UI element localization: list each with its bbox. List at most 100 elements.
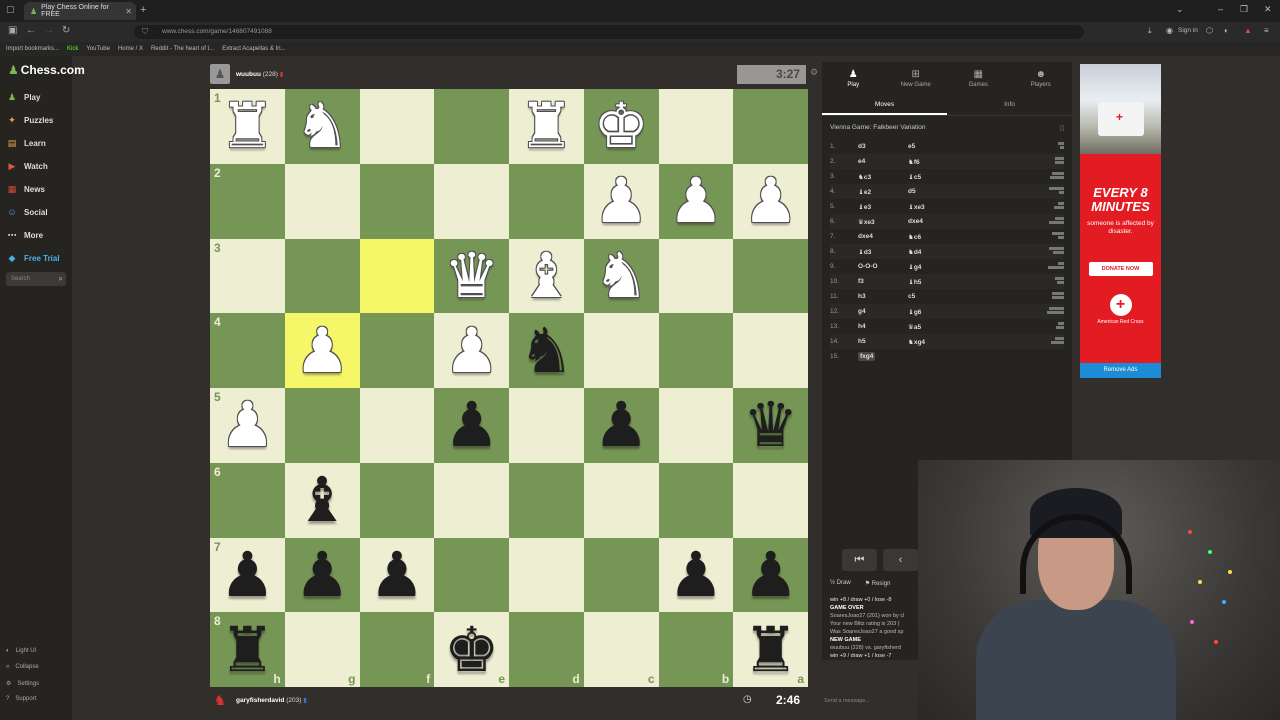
square-a1[interactable] [733, 89, 808, 164]
square-b3[interactable] [658, 238, 734, 314]
white-move[interactable]: ♛xe3 [858, 218, 908, 226]
square-c3[interactable]: ♞ [583, 238, 659, 314]
square-b7[interactable]: ♟ [658, 537, 734, 613]
black-knight-icon[interactable]: ♞ [519, 319, 575, 382]
black-pawn-icon[interactable]: ♟ [444, 394, 500, 456]
square-c1[interactable]: ♚ [583, 89, 659, 164]
square-c8[interactable]: c [583, 612, 659, 687]
square-a4[interactable] [733, 313, 808, 388]
close-window-icon[interactable]: ✕ [1264, 4, 1272, 15]
brave-icon[interactable]: ▲ [1244, 26, 1252, 35]
white-move[interactable]: ♝e2 [858, 188, 908, 196]
sidebar-item-news[interactable]: ▦ News [6, 184, 45, 195]
square-h3[interactable]: 3 [210, 238, 285, 314]
sidebar-toggle-icon[interactable]: ▣ [8, 25, 17, 36]
ad-banner[interactable]: + EVERY 8 MINUTES someone is affected by… [1080, 64, 1161, 378]
white-move[interactable]: h4 [858, 323, 908, 330]
square-a5[interactable]: ♛ [733, 388, 808, 463]
board-settings-icon[interactable]: ⚙ [810, 67, 818, 78]
square-d4[interactable]: ♞ [509, 313, 584, 388]
menu-icon[interactable]: ≡ [1264, 26, 1269, 35]
white-move[interactable]: h3 [858, 293, 908, 300]
square-a8[interactable]: a ♜ [733, 612, 808, 687]
black-pawn-icon[interactable]: ♟ [369, 543, 425, 606]
bookmark-item[interactable]: YouTube [86, 46, 110, 52]
square-c4[interactable] [583, 313, 659, 388]
sidebar-item-free-trial[interactable]: ◆ Free Trial [6, 253, 60, 264]
square-h1[interactable]: 1 ♜ [210, 89, 285, 164]
extensions-icon[interactable]: ⬡ [1206, 26, 1213, 35]
back-icon[interactable]: ← [26, 25, 36, 36]
square-f6[interactable] [359, 462, 435, 538]
book-icon[interactable]: ▯ [1060, 124, 1064, 132]
square-h8[interactable]: 8 h ♜ [210, 612, 285, 687]
square-a7[interactable]: ♟ [733, 537, 808, 613]
white-move[interactable]: ♝e3 [858, 203, 908, 211]
prev-move-button[interactable]: ‹ [883, 549, 918, 571]
square-e6[interactable] [434, 462, 509, 538]
white-move[interactable]: g4 [858, 308, 908, 315]
white-move[interactable]: h5 [858, 338, 908, 345]
square-d2[interactable] [509, 163, 584, 239]
black-pawn-icon[interactable]: ♟ [220, 543, 276, 606]
square-g8[interactable]: g [284, 612, 360, 687]
sidebar-item-learn[interactable]: ▤ Learn [6, 138, 46, 149]
avatar[interactable]: ♟ [210, 64, 230, 84]
black-move[interactable]: ♝xe3 [908, 203, 968, 211]
white-move[interactable]: d3 [858, 143, 908, 150]
white-knight-icon[interactable]: ♞ [294, 95, 350, 157]
square-b8[interactable]: b [658, 612, 734, 687]
square-f7[interactable]: ♟ [359, 537, 435, 613]
sidebar-item-social[interactable]: ☺ Social [6, 207, 47, 217]
square-g5[interactable] [284, 388, 360, 463]
black-move[interactable]: c5 [908, 293, 968, 300]
account-icon[interactable]: ◉ [1166, 26, 1173, 35]
square-g3[interactable] [284, 238, 360, 314]
square-g2[interactable] [284, 163, 360, 239]
close-tab-icon[interactable]: ✕ [125, 7, 132, 16]
square-f5[interactable] [359, 388, 435, 463]
black-move[interactable]: e5 [908, 143, 968, 150]
square-f3[interactable] [359, 238, 435, 314]
square-f8[interactable]: f [359, 612, 435, 687]
reload-icon[interactable]: ↻ [62, 25, 70, 36]
square-b1[interactable] [658, 89, 734, 164]
avatar[interactable]: ♞ [210, 690, 230, 710]
square-h2[interactable]: 2 [210, 163, 285, 239]
sign-in-link[interactable]: Sign in [1178, 27, 1198, 34]
remove-ads-button[interactable]: Remove Ads [1080, 363, 1161, 378]
square-e1[interactable] [434, 89, 509, 164]
square-c6[interactable] [583, 462, 659, 538]
subtab-moves[interactable]: Moves [822, 94, 947, 115]
black-move[interactable]: ♞f6 [908, 158, 968, 166]
white-move[interactable]: e4 [858, 158, 908, 165]
square-a3[interactable] [733, 238, 808, 314]
draw-button[interactable]: ½ Draw [830, 580, 851, 587]
first-move-button[interactable]: ⏮ [842, 549, 877, 571]
square-b5[interactable] [658, 388, 734, 463]
sidebar-light-ui[interactable]: ◐ Light UI [6, 648, 36, 654]
square-d5[interactable] [509, 388, 584, 463]
square-b6[interactable] [658, 462, 734, 538]
white-move[interactable]: fxg4 [858, 352, 876, 361]
sidebar-support[interactable]: ? Support [6, 696, 36, 702]
new-tab-icon[interactable]: + [140, 4, 146, 16]
square-g1[interactable]: ♞ [284, 89, 360, 164]
bookmark-item[interactable]: Import bookmarks... [6, 46, 59, 52]
search-input[interactable]: Search ⌕ [6, 272, 66, 286]
square-e7[interactable] [434, 537, 509, 613]
black-rook-icon[interactable]: ♜ [220, 618, 276, 681]
white-move[interactable]: dxe4 [858, 233, 908, 240]
top-player-name[interactable]: wuubuu [236, 71, 261, 78]
square-e2[interactable] [434, 163, 509, 239]
square-g6[interactable]: ♝ [284, 462, 360, 538]
square-f4[interactable] [359, 313, 435, 388]
black-move[interactable]: ♝g4 [908, 263, 968, 271]
black-move[interactable]: ♝h5 [908, 278, 968, 286]
black-move[interactable]: ♝g6 [908, 308, 968, 316]
black-move[interactable]: ♝c5 [908, 173, 968, 181]
black-pawn-icon[interactable]: ♟ [294, 543, 350, 606]
bookmark-item[interactable]: Extract Acapellas & In... [222, 46, 285, 52]
black-move[interactable]: ♞xg4 [908, 338, 968, 346]
forward-icon[interactable]: → [44, 25, 54, 36]
